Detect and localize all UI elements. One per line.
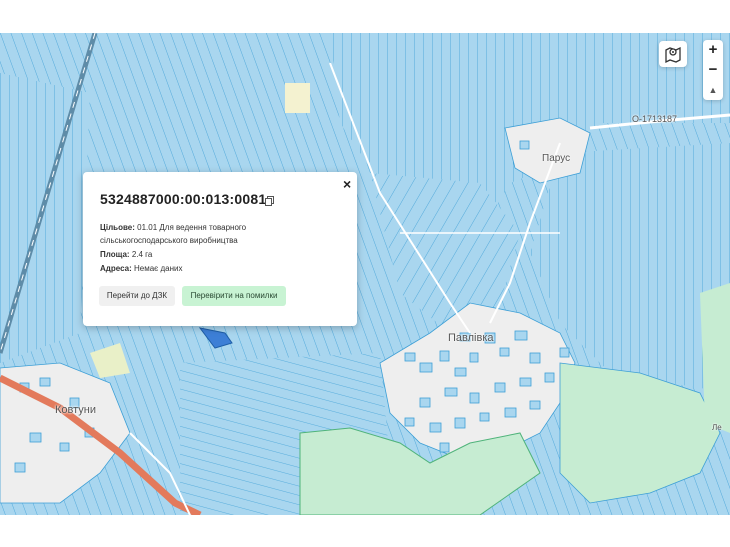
purpose-label: Цільове: (100, 223, 135, 232)
area-label: Площа: (100, 250, 130, 259)
edge-label: Ле (712, 423, 722, 432)
compass-button[interactable]: ▲ (703, 80, 723, 100)
zoom-in-button[interactable]: + (703, 40, 723, 60)
cadastral-number: 5324887000:00:013:0081 (100, 191, 267, 207)
road-label: O-1713187 (632, 114, 678, 124)
area-value: 2.4 га (131, 250, 153, 259)
go-to-dzk-button[interactable]: Перейти до ДЗК (99, 286, 175, 306)
village-label-pavlivka: Павлівка (448, 332, 494, 344)
copy-icon[interactable] (265, 196, 274, 206)
area-row: Площа: 2.4 га (100, 248, 280, 261)
close-button[interactable]: × (343, 176, 351, 192)
zoom-out-button[interactable]: − (703, 60, 723, 80)
address-row: Адреса: Немає даних (100, 262, 280, 275)
zoom-control: + − ▲ (703, 40, 723, 100)
village-label-kovtuny: Ковтуни (55, 404, 97, 416)
address-value: Немає даних (133, 264, 183, 273)
village-label-parus: Парус (542, 153, 571, 164)
parcel-popup: × 5324887000:00:013:0081 Цільове: 01.01 … (83, 172, 357, 326)
check-errors-button[interactable]: Перевірити на помилки (182, 286, 286, 306)
address-label: Адреса: (100, 264, 132, 273)
map-pin-icon (665, 46, 681, 64)
layers-button[interactable] (659, 41, 687, 67)
purpose-row: Цільове: 01.01 Для ведення товарного сіл… (100, 221, 270, 247)
